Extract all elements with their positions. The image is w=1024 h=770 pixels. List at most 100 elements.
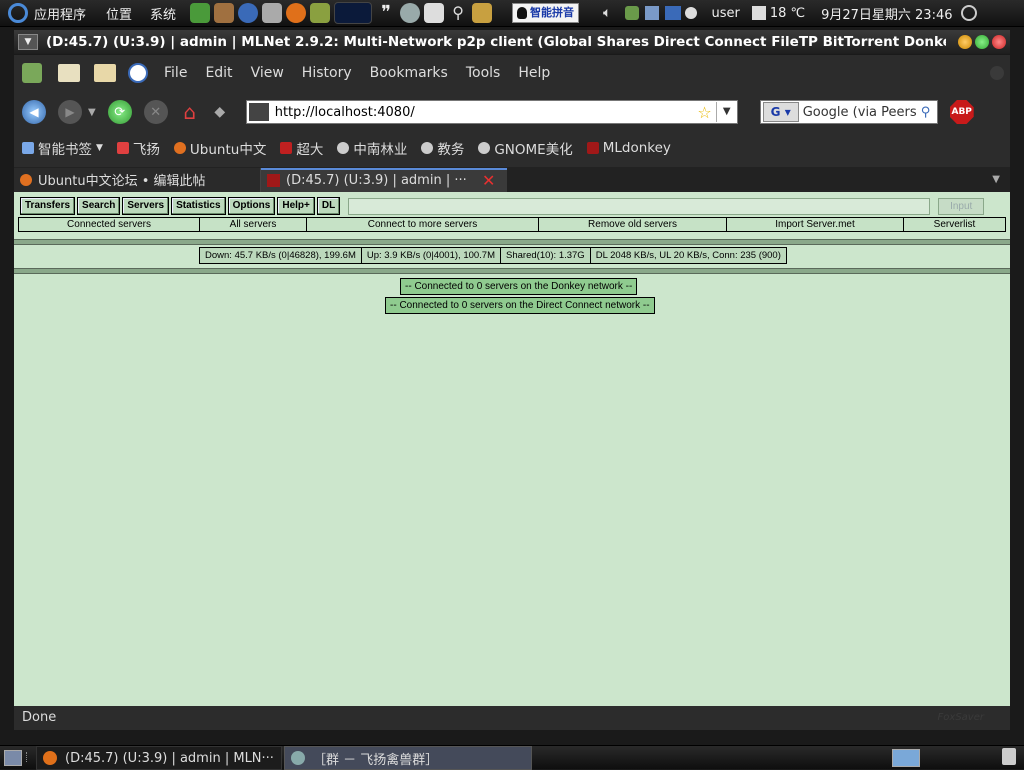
search-button[interactable]: Search: [77, 197, 121, 215]
bookmark-gnome[interactable]: GNOME美化: [478, 138, 573, 158]
ime-indicator[interactable]: 智能拼音: [512, 3, 580, 23]
show-desktop-icon[interactable]: [4, 750, 22, 766]
display-icon[interactable]: [665, 6, 682, 20]
gimp-icon[interactable]: [214, 3, 235, 23]
printer-icon[interactable]: [262, 3, 283, 23]
url-bar[interactable]: http://localhost:4080/ ☆ ▼: [245, 100, 738, 124]
book-icon[interactable]: [310, 3, 331, 23]
bookmark-star-icon[interactable]: ☆: [697, 103, 711, 122]
places-menu[interactable]: 位置: [106, 4, 132, 23]
search-box[interactable]: G ▾ Google (via Peers ⚲: [759, 100, 938, 124]
download-icon[interactable]: [22, 63, 42, 83]
firefox-icon[interactable]: [286, 3, 307, 23]
foxsaver-label[interactable]: FoxSaver: [938, 712, 984, 723]
bookmark-mldonkey[interactable]: MLdonkey: [586, 140, 671, 156]
search-engine-icon[interactable]: G ▾: [762, 102, 799, 122]
bookmark-feiyang[interactable]: 飞扬: [116, 138, 160, 158]
ubuntu-logo-icon[interactable]: [8, 3, 28, 23]
reload-button[interactable]: ⟳: [107, 100, 132, 124]
screenshot-icon[interactable]: [424, 3, 445, 23]
options-button[interactable]: Options: [227, 197, 276, 215]
transfers-button[interactable]: Transfers: [20, 197, 76, 215]
workspace-switcher[interactable]: [892, 749, 920, 767]
menu-bookmarks[interactable]: Bookmarks: [370, 65, 448, 81]
bookmark-chaoda[interactable]: 超大: [280, 138, 323, 158]
new-folder-icon[interactable]: [58, 64, 80, 82]
bookmark-smart[interactable]: 智能书签 ▼: [22, 138, 103, 158]
bookmark-jiaowu[interactable]: 教务: [421, 138, 464, 158]
pidgin-icon[interactable]: [400, 3, 421, 23]
window-menu-icon[interactable]: ▼: [18, 34, 38, 50]
temperature[interactable]: 18 ℃: [770, 6, 805, 21]
quote-icon[interactable]: ❞: [376, 3, 396, 23]
trash-icon[interactable]: [1002, 748, 1016, 765]
system-monitor-icon[interactable]: [334, 2, 373, 24]
url-dropdown-icon[interactable]: ▼: [715, 102, 737, 122]
menu-help[interactable]: Help: [518, 65, 550, 81]
servers-subnav: Connected servers All servers Connect to…: [18, 217, 1006, 232]
tab-ubuntu-forum[interactable]: Ubuntu中文论坛 • 编辑此帖: [14, 167, 261, 192]
tab-close-icon[interactable]: ✕: [482, 171, 495, 190]
status-text: Done: [22, 710, 57, 725]
import-server-met-link[interactable]: Import Server.met: [727, 218, 904, 231]
bookmark-label: 教务: [437, 142, 465, 158]
window-titlebar[interactable]: ▼ (D:45.7) (U:3.9) | admin | MLNet 2.9.2…: [14, 30, 1010, 54]
menu-view[interactable]: View: [251, 65, 284, 81]
recycle-icon[interactable]: [190, 3, 211, 23]
search-icon[interactable]: ⚲: [921, 105, 931, 120]
connected-servers-link[interactable]: Connected servers: [19, 218, 200, 231]
bookmark-zhongnan[interactable]: 中南林业: [337, 138, 407, 158]
minimize-button[interactable]: [958, 35, 972, 49]
tray-apps-icon[interactable]: [645, 6, 660, 20]
bookmark-ubuntu-cn[interactable]: Ubuntu中文: [173, 138, 266, 158]
help-plus-button[interactable]: Help+: [277, 197, 315, 215]
forward-button[interactable]: ▶: [58, 100, 82, 124]
user-name[interactable]: user: [711, 6, 739, 21]
home-button[interactable]: ⌂: [178, 100, 202, 124]
power-icon[interactable]: [960, 5, 977, 21]
connect-more-servers-link[interactable]: Connect to more servers: [307, 218, 539, 231]
command-input[interactable]: [348, 197, 931, 215]
search-icon[interactable]: ⚲: [448, 3, 468, 23]
menu-file[interactable]: File: [164, 65, 187, 81]
top-panel: 应用程序 位置 系统 ❞ ⚲ 智能拼音 🔈︎ user 18 ℃ 9月27日星期…: [0, 0, 1024, 27]
tab-list-icon[interactable]: ▼: [992, 174, 1000, 185]
url-input[interactable]: http://localhost:4080/: [275, 105, 415, 120]
statistics-button[interactable]: Statistics: [171, 197, 226, 215]
moon-icon[interactable]: [685, 7, 698, 19]
network-icon[interactable]: [625, 6, 640, 20]
taskbar-item-chat[interactable]: ［群 － 飞扬禽兽群］: [284, 746, 532, 770]
frame-divider[interactable]: [14, 268, 1010, 274]
volume-icon[interactable]: 🔈︎: [603, 5, 611, 21]
back-button[interactable]: ◀: [22, 100, 46, 124]
servers-button[interactable]: Servers: [122, 197, 170, 215]
all-servers-link[interactable]: All servers: [200, 218, 307, 231]
folder-icon[interactable]: [94, 64, 116, 82]
maximize-button[interactable]: [975, 35, 989, 49]
system-menu[interactable]: 系统: [150, 4, 176, 23]
close-button[interactable]: [992, 35, 1006, 49]
history-clock-icon[interactable]: [128, 63, 148, 83]
site-favicon-icon[interactable]: [248, 103, 269, 121]
taskbar-item-firefox[interactable]: (D:45.7) (U:3.9) | admin | MLN···: [36, 746, 282, 770]
menu-edit[interactable]: Edit: [205, 65, 232, 81]
stop-button[interactable]: ✕: [143, 100, 168, 124]
applications-menu[interactable]: 应用程序: [34, 4, 86, 23]
menu-history[interactable]: History: [302, 65, 352, 81]
input-button[interactable]: Input: [938, 197, 985, 215]
menu-tools[interactable]: Tools: [466, 65, 501, 81]
search-input[interactable]: Google (via Peers: [803, 105, 921, 120]
browser-icon[interactable]: [238, 3, 259, 23]
paint-icon[interactable]: [472, 3, 493, 23]
serverlist-link[interactable]: Serverlist: [904, 218, 1005, 231]
frame-divider[interactable]: [14, 239, 1010, 245]
adblock-icon[interactable]: ABP: [949, 100, 974, 124]
clock[interactable]: 9月27日星期六 23:46: [821, 4, 952, 23]
direct-connect-message: -- Connected to 0 servers on the Direct …: [385, 297, 655, 314]
remove-old-servers-link[interactable]: Remove old servers: [539, 218, 727, 231]
security-icon[interactable]: ◆: [208, 100, 232, 124]
tab-mldonkey[interactable]: (D:45.7) (U:3.9) | admin | ··· ✕: [261, 167, 507, 192]
history-dropdown-icon[interactable]: ▼: [88, 107, 96, 118]
smart-bookmarks-icon: [22, 142, 34, 154]
dl-button[interactable]: DL: [316, 197, 341, 215]
